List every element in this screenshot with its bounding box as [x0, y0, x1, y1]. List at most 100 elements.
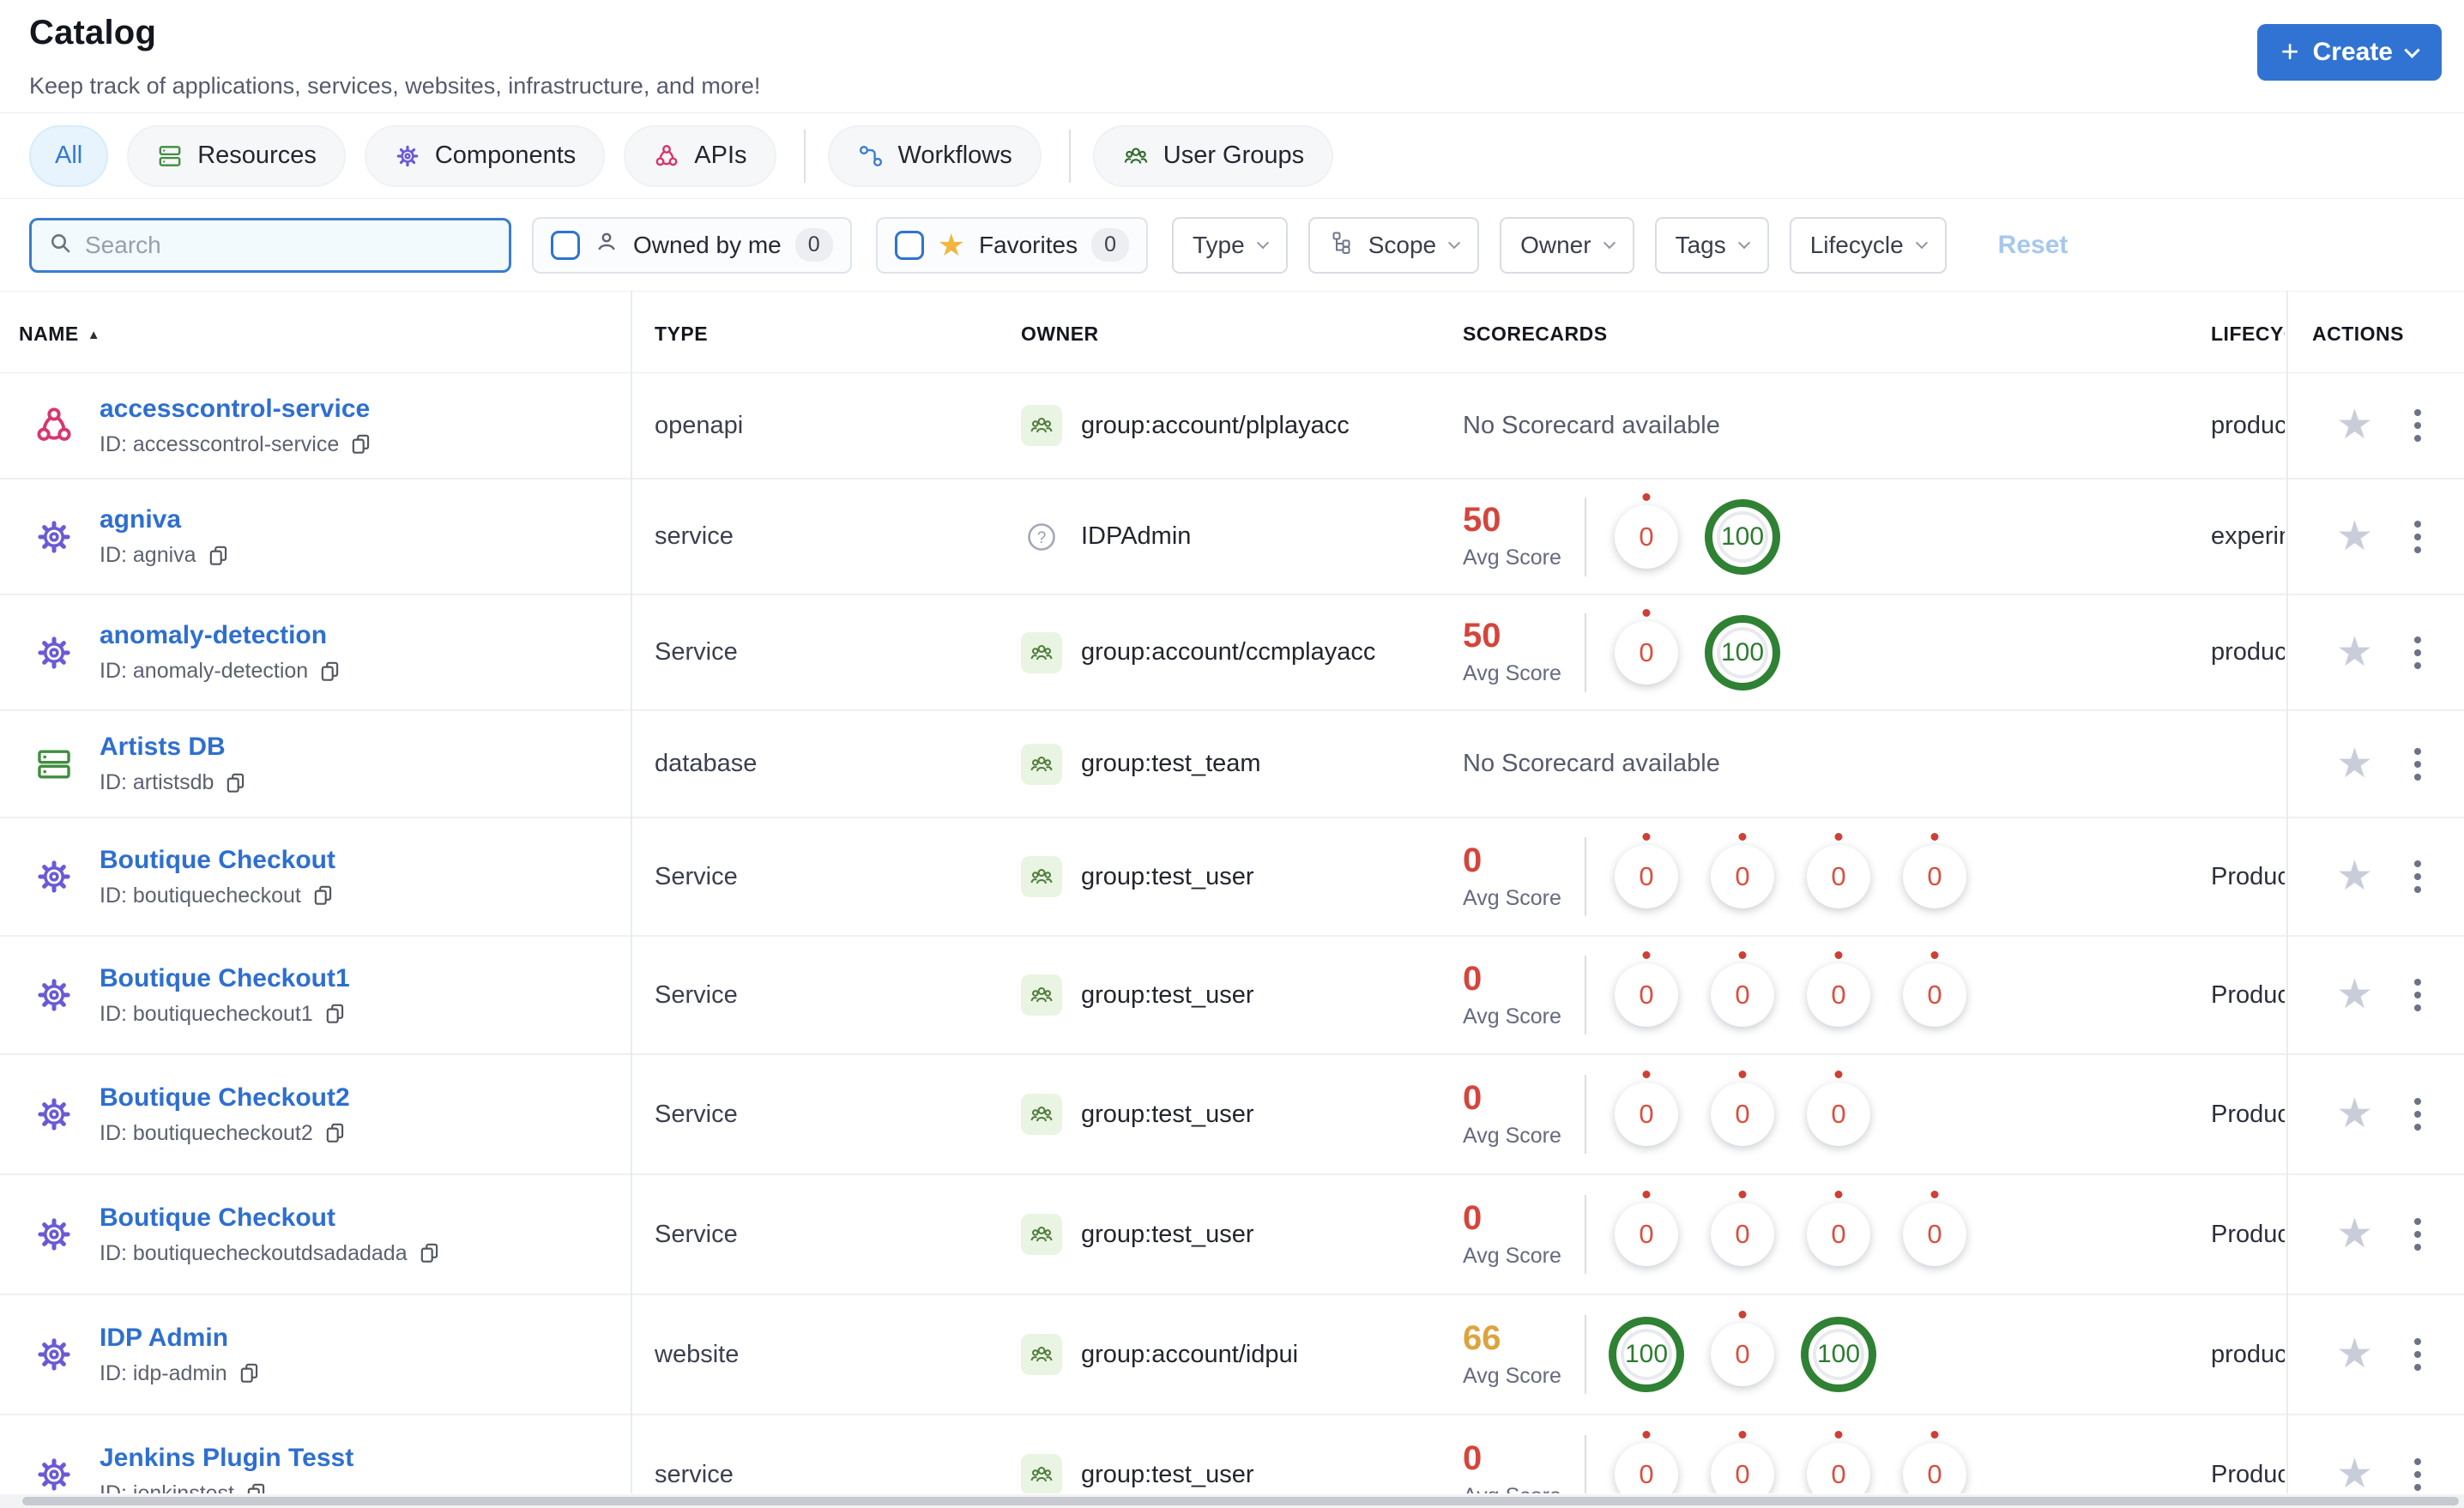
copy-icon[interactable]	[245, 1481, 269, 1493]
scorecards-cell: 66 Avg Score 100 0 100	[1463, 1295, 2201, 1414]
kebab-menu-icon[interactable]	[2409, 1093, 2426, 1136]
copy-icon[interactable]	[224, 771, 248, 795]
owned-by-me-filter[interactable]: Owned by me 0	[532, 216, 852, 274]
tab-workflows[interactable]: Workflows	[827, 124, 1042, 187]
score-marker-dot	[1834, 1191, 1843, 1198]
entity-name-link[interactable]: Boutique Checkout	[100, 1203, 442, 1233]
search-input[interactable]	[85, 231, 493, 259]
owner-cell: group:account/ccmplayacc	[1021, 595, 1450, 709]
entity-name-block: IDP Admin ID: idp-admin	[100, 1324, 262, 1386]
lifecycle-cell: produc	[2211, 411, 2285, 439]
horizontal-scrollbar-thumb[interactable]	[22, 1497, 2459, 1505]
copy-icon[interactable]	[238, 1361, 262, 1385]
avg-score-label: Avg Score	[1463, 1004, 1561, 1028]
kebab-menu-icon[interactable]	[2409, 1453, 2426, 1493]
kebab-menu-icon[interactable]	[2409, 974, 2426, 1016]
table-row[interactable]: anomaly-detection ID: anomaly-detection …	[0, 595, 2464, 711]
copy-icon[interactable]	[311, 884, 335, 908]
favorite-star-icon[interactable]: ★	[2336, 743, 2373, 785]
tab-resources[interactable]: Resources	[127, 124, 346, 187]
favorite-star-icon[interactable]: ★	[2336, 516, 2373, 558]
lifecycle-dropdown[interactable]: Lifecycle	[1789, 216, 1947, 274]
avg-score-value: 50	[1463, 617, 1501, 654]
table-row[interactable]: agniva ID: agniva service ? IDPAdmin 50 A…	[0, 480, 2464, 595]
kebab-menu-icon[interactable]	[2409, 404, 2426, 447]
favorite-star-icon[interactable]: ★	[2336, 1214, 2373, 1255]
table-row[interactable]: Boutique Checkout ID: boutiquecheckoutds…	[0, 1175, 2464, 1295]
owned-by-me-checkbox[interactable]	[551, 230, 580, 260]
entity-name-block: anomaly-detection ID: anomaly-detection	[100, 621, 342, 684]
entity-name-link[interactable]: Boutique Checkout2	[100, 1083, 350, 1113]
table-row[interactable]: Jenkins Plugin Tesst ID: jenkinstest ser…	[0, 1415, 2464, 1493]
favorite-star-icon[interactable]: ★	[2336, 1454, 2373, 1494]
tab-group-divider	[803, 129, 806, 183]
kebab-menu-icon[interactable]	[2409, 1213, 2426, 1256]
score-marker-dot	[1642, 833, 1651, 841]
favorites-filter[interactable]: ★ Favorites 0	[875, 216, 1148, 274]
owner-label: group:test_user	[1081, 1220, 1254, 1248]
scorecards-cell: 50 Avg Score 0 100	[1463, 480, 2201, 594]
tags-dropdown[interactable]: Tags	[1654, 216, 1769, 274]
entity-name-link[interactable]: Jenkins Plugin Tesst	[100, 1444, 353, 1473]
favorite-star-icon[interactable]: ★	[2336, 405, 2373, 446]
scorecards-cell: 0 Avg Score 0000	[1463, 818, 2201, 935]
tab-all[interactable]: All	[29, 124, 109, 187]
favorite-star-icon[interactable]: ★	[2336, 1334, 2373, 1375]
scorecard-score-0: 0	[1615, 1071, 1678, 1146]
table-row[interactable]: Boutique Checkout1 ID: boutiquecheckout1…	[0, 937, 2464, 1055]
favorite-star-icon[interactable]: ★	[2336, 631, 2373, 673]
entity-name-link[interactable]: anomaly-detection	[100, 621, 342, 650]
copy-icon[interactable]	[418, 1241, 442, 1265]
table-row[interactable]: Artists DB ID: artistsdb database group:…	[0, 711, 2464, 818]
entity-id-text: ID: boutiquecheckout2	[100, 1120, 313, 1145]
scorecard-circles: 0000	[1598, 951, 1983, 1027]
lifecycle-cell: produc	[2211, 1340, 2285, 1368]
favorite-star-icon[interactable]: ★	[2336, 856, 2373, 897]
kebab-menu-icon[interactable]	[2409, 743, 2426, 786]
kebab-menu-icon[interactable]	[2409, 631, 2426, 674]
table-row[interactable]: Boutique Checkout ID: boutiquecheckout S…	[0, 818, 2464, 937]
entity-name-link[interactable]: Boutique Checkout	[100, 846, 335, 875]
avg-score-value: 0	[1463, 841, 1483, 879]
entity-name-link[interactable]: IDP Admin	[100, 1324, 262, 1353]
tab-user-groups[interactable]: User Groups	[1092, 124, 1334, 187]
owner-dropdown[interactable]: Owner	[1500, 216, 1634, 274]
table-row[interactable]: IDP Admin ID: idp-admin website group:ac…	[0, 1295, 2464, 1415]
favorite-star-icon[interactable]: ★	[2336, 974, 2373, 1016]
avg-score-label: Avg Score	[1463, 1243, 1561, 1268]
kebab-menu-icon[interactable]	[2409, 1333, 2426, 1376]
group-icon	[1021, 405, 1062, 446]
entity-name-link[interactable]: accesscontrol-service	[100, 395, 373, 424]
no-scorecard-text: No Scorecard available	[1463, 750, 1720, 777]
favorite-star-icon[interactable]: ★	[2336, 1094, 2373, 1135]
search-box[interactable]	[29, 217, 511, 273]
scorecards-cell: 0 Avg Score 000	[1463, 1055, 2201, 1173]
owner-cell: group:test_team	[1021, 711, 1450, 817]
table-row[interactable]: Boutique Checkout2 ID: boutiquecheckout2…	[0, 1055, 2464, 1175]
entity-name-link[interactable]: Boutique Checkout1	[100, 964, 350, 993]
table-row[interactable]: accesscontrol-service ID: accesscontrol-…	[0, 373, 2464, 480]
entity-name-link[interactable]: Artists DB	[100, 733, 248, 762]
kebab-menu-icon[interactable]	[2409, 516, 2426, 558]
copy-icon[interactable]	[323, 1121, 347, 1145]
column-header-name[interactable]: NAME ▲	[19, 323, 100, 346]
kebab-menu-icon[interactable]	[2409, 855, 2426, 898]
table-body: accesscontrol-service ID: accesscontrol-…	[0, 373, 2464, 1493]
page-subtitle: Keep track of applications, services, we…	[29, 73, 761, 99]
reset-filters-link[interactable]: Reset	[1998, 231, 2068, 260]
create-button[interactable]: + Create	[2256, 24, 2442, 81]
type-dropdown[interactable]: Type	[1172, 216, 1288, 274]
copy-icon[interactable]	[349, 432, 373, 456]
copy-icon[interactable]	[323, 1002, 347, 1026]
column-header-owner: OWNER	[1021, 323, 1099, 345]
scope-dropdown[interactable]: Scope	[1307, 216, 1480, 274]
copy-icon[interactable]	[318, 660, 342, 684]
copy-icon[interactable]	[207, 544, 231, 568]
type-cell: service	[655, 1460, 734, 1488]
favorites-checkbox[interactable]	[894, 230, 924, 260]
lifecycle-cell: Produc	[2211, 1460, 2285, 1488]
tab-components[interactable]: Components	[364, 124, 606, 187]
tab-apis[interactable]: APIs	[624, 124, 776, 187]
entity-name-link[interactable]: agniva	[100, 505, 231, 534]
dropdown-label: Type	[1193, 231, 1245, 258]
